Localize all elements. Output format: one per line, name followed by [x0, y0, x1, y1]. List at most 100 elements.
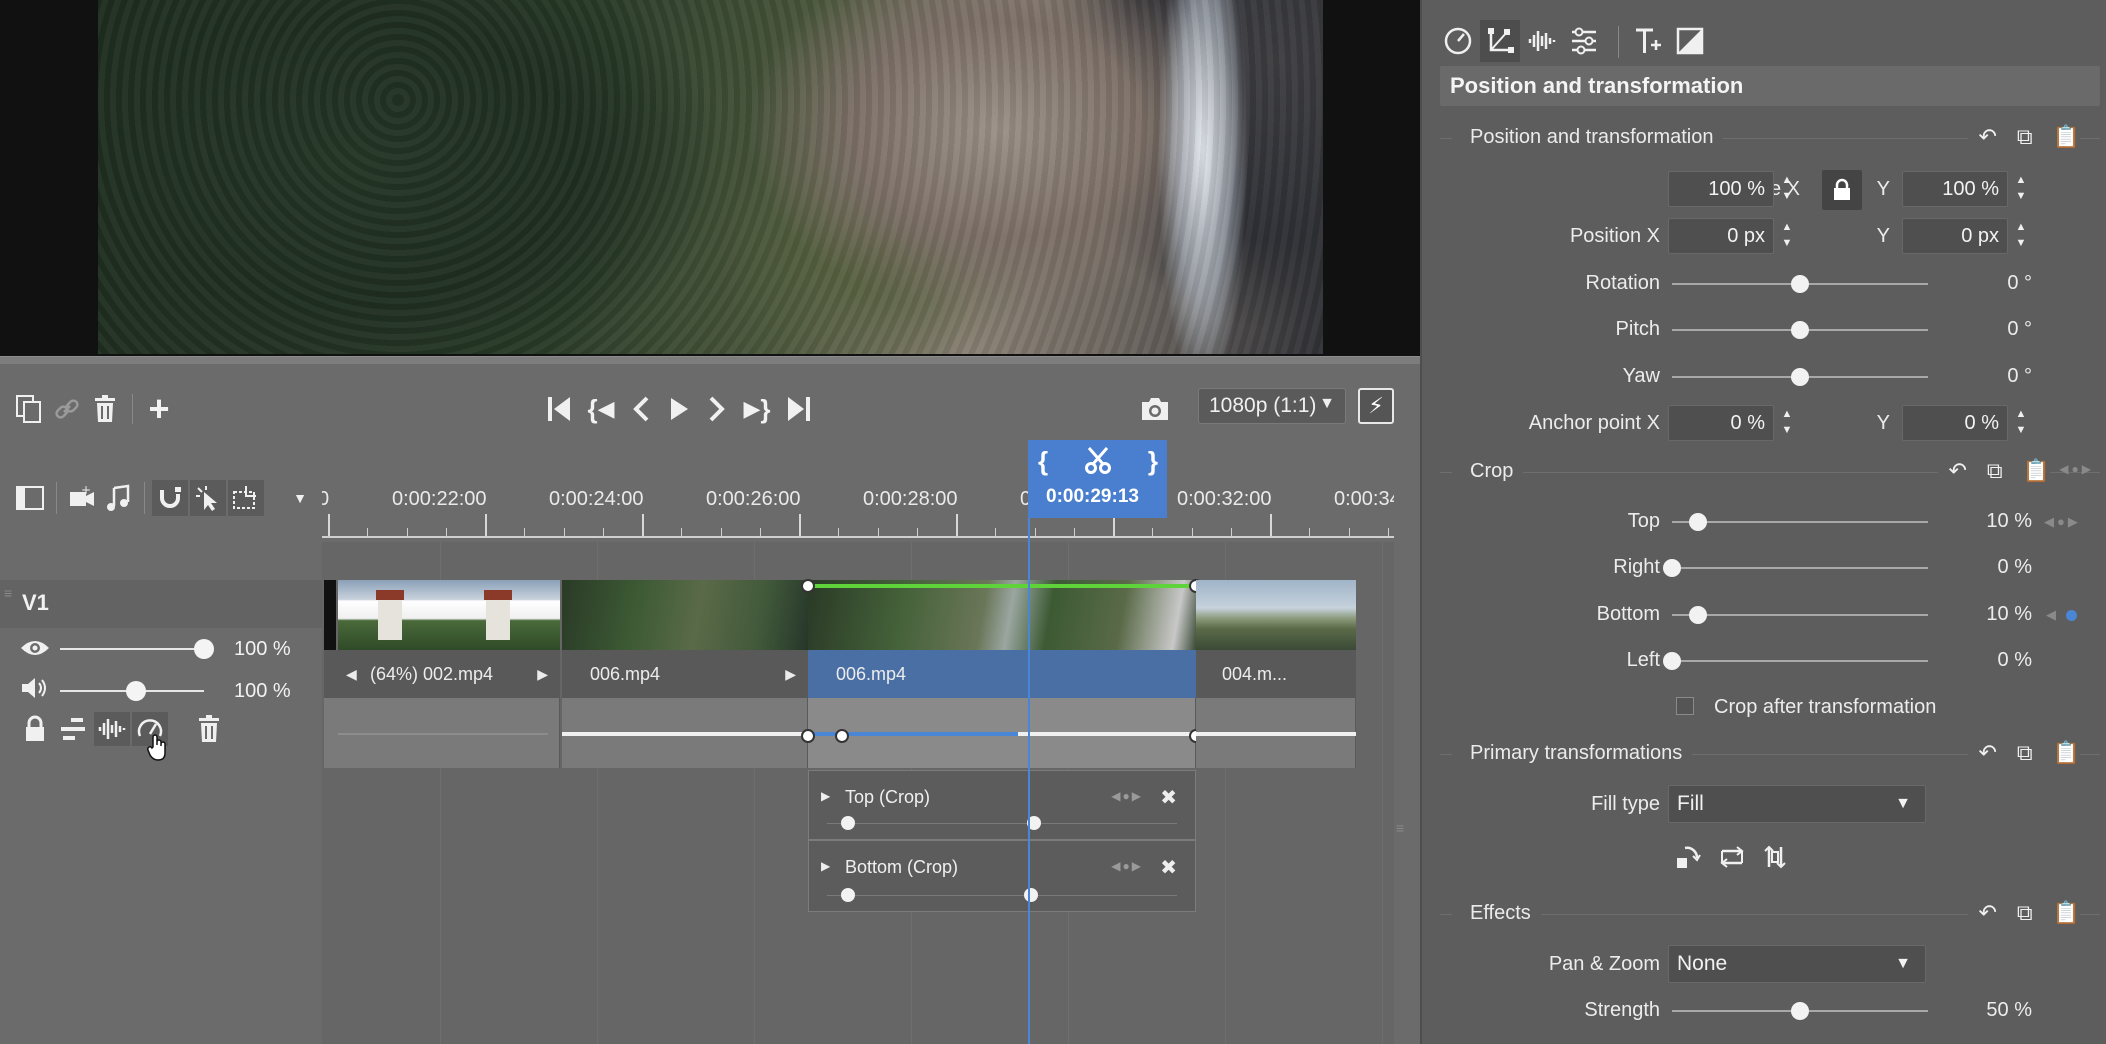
magnet-snap-icon[interactable] [152, 480, 188, 516]
clip-thumbnail-waterfall-selected[interactable] [808, 580, 1196, 650]
track-split-icon[interactable] [58, 714, 88, 744]
volume-keyframe-node[interactable] [801, 729, 815, 743]
position-y-input[interactable]: 0 px [1902, 218, 2008, 254]
next-frame-icon[interactable] [702, 394, 732, 424]
chevron-left-icon[interactable]: ◀ [346, 666, 357, 683]
paste-icon[interactable]: 📋 [2053, 124, 2080, 150]
fast-render-button[interactable]: ⚡ [1358, 388, 1394, 424]
visibility-slider[interactable] [60, 648, 204, 650]
reset-icon[interactable]: ↶ [1978, 124, 1996, 150]
crop-left-slider[interactable] [1672, 660, 1928, 662]
clip-thumbnail-landscape[interactable] [1196, 580, 1356, 650]
audio-waveform-icon[interactable] [94, 712, 130, 746]
eye-icon[interactable] [20, 636, 50, 660]
paste-icon[interactable]: 📋 [2023, 458, 2050, 484]
volume-keyframe-node[interactable] [835, 729, 849, 743]
preview-monitor[interactable] [0, 0, 1420, 356]
magic-select-icon[interactable] [190, 480, 226, 516]
yaw-slider-knob[interactable] [1791, 368, 1809, 386]
preview-resolution-select[interactable]: 1080p (1:1) ▼ [1198, 388, 1346, 424]
keyframe-track-top-crop[interactable]: ▶ Top (Crop) ◀●▶ ✖ [808, 770, 1196, 840]
reset-icon[interactable]: ↶ [1978, 740, 1996, 766]
mark-out-icon[interactable]: } [1148, 446, 1158, 481]
tab-color-adjust-icon[interactable] [1564, 20, 1604, 62]
preview-splitter[interactable] [0, 356, 1420, 364]
add-video-track-icon[interactable]: + [64, 480, 100, 516]
reset-icon[interactable]: ↶ [1948, 458, 1966, 484]
clip-audio-lane[interactable] [808, 698, 1196, 768]
crop-right-slider-knob[interactable] [1663, 559, 1681, 577]
add-icon[interactable]: + [142, 391, 176, 427]
tab-text-icon[interactable] [1628, 20, 1668, 62]
keyframe-node[interactable] [1024, 888, 1038, 902]
crop-top-slider[interactable] [1672, 521, 1928, 523]
clip-label-bar[interactable]: 004.m... [1196, 650, 1356, 698]
expand-arrow-icon[interactable]: ▶ [821, 859, 830, 873]
clip-label-bar[interactable]: 006.mp4 ▶ [562, 650, 808, 698]
playhead-marker[interactable]: { } 0:00:29:13 [1028, 440, 1167, 518]
link-icon[interactable] [52, 394, 82, 424]
close-icon[interactable]: ✖ [1160, 785, 1177, 810]
position-x-stepper[interactable]: ▲ ▼ [1778, 219, 1796, 255]
copy-icon[interactable] [14, 394, 44, 424]
anchor-y-input[interactable]: 0 % [1902, 405, 2008, 441]
clip-label-bar[interactable]: ◀ (64%) 002.mp4 ▶ [324, 650, 560, 698]
anchor-x-stepper[interactable]: ▲ ▼ [1778, 406, 1796, 442]
clip-audio-lane[interactable] [324, 698, 560, 768]
play-icon[interactable] [664, 394, 694, 424]
snapshot-camera-icon[interactable] [1138, 394, 1172, 424]
tools-menu-arrow-icon[interactable]: ▼ [282, 480, 318, 516]
tab-speed-gauge-icon[interactable] [1438, 20, 1478, 62]
go-to-end-icon[interactable] [784, 394, 814, 424]
keyframe-active-icon[interactable] [2066, 610, 2077, 621]
keyframe-track-bottom-crop[interactable]: ▶ Bottom (Crop) ◀●▶ ✖ [808, 840, 1196, 912]
flip-vertical-icon[interactable] [1760, 842, 1792, 872]
copy-icon[interactable]: ⧉ [2017, 900, 2033, 926]
rotate-icon[interactable] [1672, 842, 1704, 872]
rotation-slider-knob[interactable] [1791, 275, 1809, 293]
keyframe-node[interactable] [841, 816, 855, 830]
delete-icon[interactable] [90, 394, 120, 424]
clip-audio-lane[interactable] [562, 698, 808, 768]
copy-icon[interactable]: ⧉ [1987, 458, 2003, 484]
paste-icon[interactable]: 📋 [2053, 740, 2080, 766]
chevron-right-icon[interactable]: ▶ [785, 666, 796, 683]
copy-icon[interactable]: ⧉ [2017, 124, 2033, 150]
anchor-x-input[interactable]: 0 % [1668, 405, 1774, 441]
crop-bottom-slider[interactable] [1672, 614, 1928, 616]
clip-label-bar-selected[interactable]: 006.mp4 [808, 650, 1196, 698]
tab-transition-icon[interactable] [1670, 20, 1710, 62]
position-y-stepper[interactable]: ▲ ▼ [2012, 219, 2030, 255]
add-audio-track-icon[interactable] [102, 480, 138, 516]
previous-frame-icon[interactable] [626, 394, 656, 424]
next-cut-icon[interactable]: ▶} [740, 394, 774, 424]
lock-icon[interactable] [20, 714, 50, 744]
expand-arrow-icon[interactable]: ▶ [821, 789, 830, 803]
crop-top-slider-knob[interactable] [1688, 513, 1707, 531]
crop-after-checkbox[interactable] [1676, 697, 1694, 715]
panel-toggle-icon[interactable] [12, 480, 48, 516]
strength-slider-knob[interactable] [1791, 1002, 1809, 1020]
playhead-line[interactable] [1028, 478, 1030, 1044]
speaker-icon[interactable] [20, 676, 50, 700]
go-to-start-icon[interactable] [544, 394, 574, 424]
reset-icon[interactable]: ↶ [1978, 900, 1996, 926]
selection-box-icon[interactable] [228, 480, 264, 516]
visibility-slider-knob[interactable] [194, 639, 214, 659]
keyframe-node[interactable] [801, 579, 815, 593]
tab-audio-icon[interactable] [1522, 20, 1562, 62]
clip-audio-lane[interactable] [1196, 698, 1356, 768]
close-icon[interactable]: ✖ [1160, 855, 1177, 880]
keyframe-nav-icon[interactable]: ◀●▶ [1111, 859, 1143, 873]
scale-y-input[interactable]: 100 % [1902, 171, 2008, 207]
clip-thumbnail-church[interactable] [338, 580, 560, 650]
keyframe-nav-icon[interactable]: ◀●▶ [2044, 514, 2081, 530]
pan-zoom-select[interactable]: None ▼ [1668, 945, 1926, 983]
scale-y-stepper[interactable]: ▲ ▼ [2012, 172, 2030, 208]
copy-icon[interactable]: ⧉ [2017, 740, 2033, 766]
fill-type-select[interactable]: Fill ▼ [1668, 785, 1926, 823]
clip-thumbnail-forest[interactable] [562, 580, 808, 650]
pitch-slider-knob[interactable] [1791, 321, 1809, 339]
scale-x-stepper[interactable]: ▲ ▼ [1778, 172, 1796, 208]
aspect-lock-button[interactable] [1822, 170, 1862, 210]
